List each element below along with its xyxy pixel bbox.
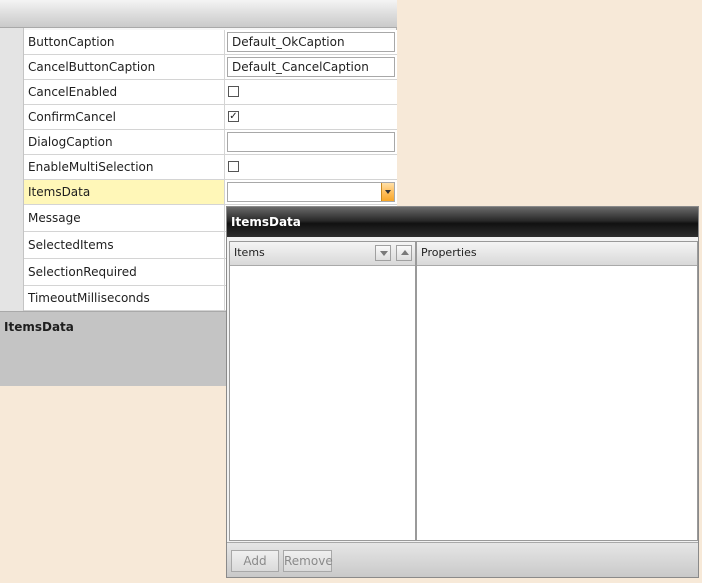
grid-gutter	[0, 28, 24, 311]
items-data-editor-popup: ItemsData Items Properties Add Remove	[226, 206, 699, 578]
property-name: CancelButtonCaption	[24, 55, 225, 79]
row-button-caption[interactable]: ButtonCaption Default_OkCaption	[24, 30, 397, 55]
properties-pane[interactable]: Properties	[416, 241, 698, 541]
description-title: ItemsData	[4, 320, 74, 334]
cancel-button-caption-input[interactable]: Default_CancelCaption	[227, 57, 395, 77]
property-name: ButtonCaption	[24, 30, 225, 54]
add-button[interactable]: Add	[231, 550, 279, 572]
popup-title: ItemsData	[227, 207, 698, 237]
row-dialog-caption[interactable]: DialogCaption	[24, 130, 397, 155]
dialog-caption-input[interactable]	[227, 132, 395, 152]
row-confirm-cancel[interactable]: ConfirmCancel ✓	[24, 105, 397, 130]
property-name: TimeoutMilliseconds	[24, 286, 225, 310]
items-pane[interactable]: Items	[229, 241, 416, 541]
move-down-button[interactable]	[375, 245, 391, 261]
triangle-down-icon	[380, 251, 388, 256]
row-enable-multi-selection[interactable]: EnableMultiSelection	[24, 155, 397, 180]
row-cancel-enabled[interactable]: CancelEnabled	[24, 80, 397, 105]
grid-header	[0, 0, 397, 28]
triangle-up-icon	[401, 250, 409, 255]
confirm-cancel-checkbox[interactable]: ✓	[228, 111, 239, 122]
property-name: ConfirmCancel	[24, 105, 225, 129]
move-up-button[interactable]	[396, 245, 412, 261]
items-data-dropdown[interactable]	[227, 182, 395, 202]
properties-header-label: Properties	[421, 246, 477, 259]
cancel-enabled-checkbox[interactable]	[228, 86, 239, 97]
button-caption-input[interactable]: Default_OkCaption	[227, 32, 395, 52]
row-items-data[interactable]: ItemsData	[24, 180, 397, 205]
property-name: EnableMultiSelection	[24, 155, 225, 179]
row-cancel-button-caption[interactable]: CancelButtonCaption Default_CancelCaptio…	[24, 55, 397, 80]
property-name: DialogCaption	[24, 130, 225, 154]
dropdown-button[interactable]	[381, 183, 394, 201]
property-name: Message	[24, 205, 225, 231]
property-name: SelectedItems	[24, 232, 225, 258]
property-name: SelectionRequired	[24, 259, 225, 285]
chevron-down-icon	[385, 190, 391, 194]
property-name: ItemsData	[24, 180, 225, 204]
property-name: CancelEnabled	[24, 80, 225, 104]
remove-button[interactable]: Remove	[283, 550, 333, 572]
popup-footer: Add Remove	[227, 542, 698, 577]
items-header-label: Items	[234, 246, 265, 259]
enable-multi-selection-checkbox[interactable]	[228, 161, 239, 172]
properties-header: Properties	[417, 242, 697, 266]
